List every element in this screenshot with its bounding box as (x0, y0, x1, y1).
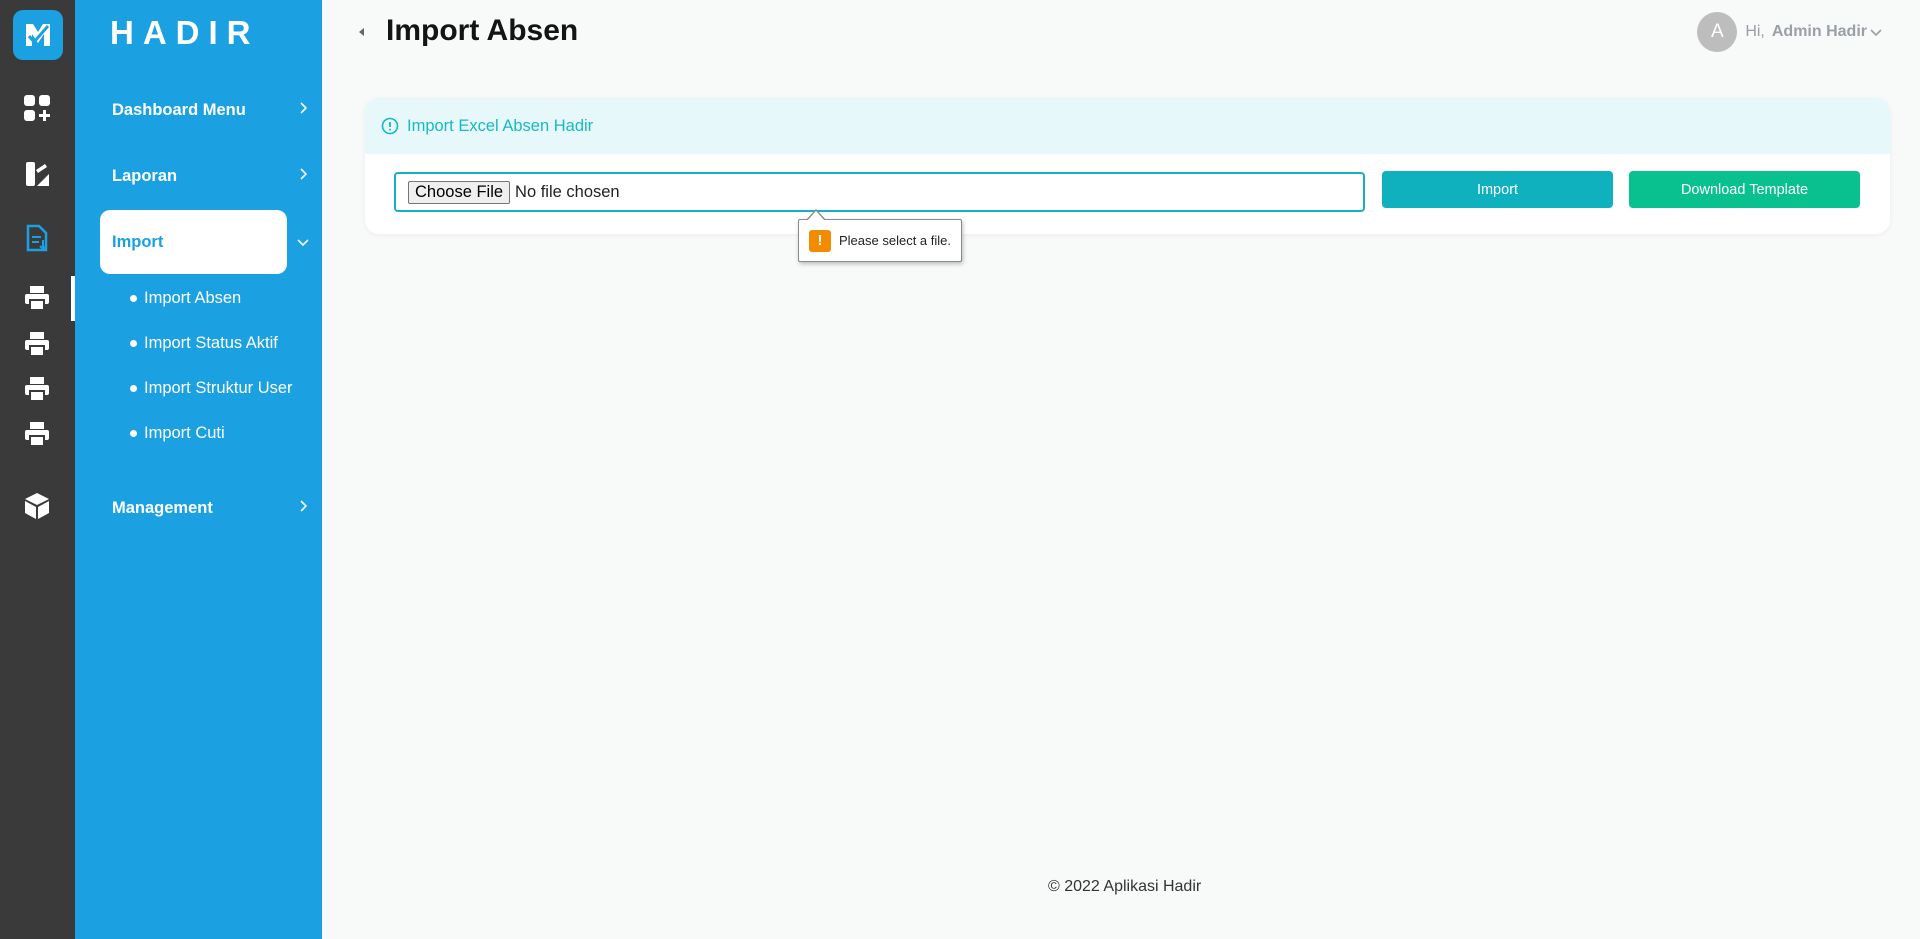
menu-label: Import (112, 232, 164, 251)
chevron-right-icon (300, 102, 307, 114)
submenu-import-cuti[interactable]: Import Cuti (130, 421, 225, 445)
footer-copyright: © 2022 Aplikasi Hadir (1048, 878, 1202, 895)
menu-label: Management (112, 498, 213, 517)
choose-file-button[interactable]: Choose File (408, 180, 511, 204)
validation-tooltip: ! Please select a file. (798, 219, 962, 262)
sidebar: HADIR Dashboard Menu Laporan Import Impo… (75, 0, 322, 939)
chevron-down-icon (1870, 29, 1882, 36)
user-name: Admin Hadir (1771, 23, 1867, 40)
menu-dashboard[interactable]: Dashboard Menu (100, 78, 307, 142)
submenu-label: Import Absen (144, 288, 242, 307)
file-status: No file chosen (515, 182, 620, 201)
collapse-sidebar-icon[interactable] (357, 25, 367, 39)
bullet-icon (130, 429, 137, 437)
info-icon (381, 117, 399, 135)
submenu-label: Import Status Aktif (144, 333, 278, 352)
validation-message: Please select a file. (839, 233, 952, 248)
report-icon[interactable] (21, 158, 53, 190)
tooltip-arrow-inner (807, 211, 825, 221)
submenu-import-absen[interactable]: Import Absen (130, 286, 241, 310)
submenu-label: Import Struktur User (144, 378, 293, 397)
menu-laporan[interactable]: Laporan (100, 144, 307, 208)
page-title: Import Absen (386, 14, 579, 47)
avatar: A (1697, 12, 1738, 52)
card-header: Import Excel Absen Hadir (365, 98, 1890, 154)
bullet-icon (130, 339, 137, 347)
printer-icon[interactable] (21, 328, 53, 360)
import-button[interactable]: Import (1382, 171, 1613, 208)
chevron-right-icon (300, 168, 307, 180)
bullet-icon (130, 384, 137, 392)
logo-icon[interactable] (13, 10, 63, 60)
file-input[interactable]: Choose File No file chosen (394, 172, 1365, 212)
chevron-down-icon (297, 239, 309, 246)
icon-rail (0, 0, 75, 939)
printer-icon[interactable] (21, 373, 53, 405)
menu-label: Dashboard Menu (112, 100, 246, 119)
printer-icon[interactable] (21, 282, 53, 314)
brand-logo: HADIR (110, 14, 260, 51)
dashboard-add-icon[interactable] (21, 92, 53, 124)
submenu-import-status-aktif[interactable]: Import Status Aktif (130, 331, 278, 355)
submenu-import-struktur-user[interactable]: Import Struktur User (130, 376, 293, 400)
download-template-button[interactable]: Download Template (1629, 171, 1860, 208)
chevron-right-icon (300, 500, 307, 512)
import-doc-icon[interactable] (21, 222, 53, 254)
submenu-label: Import Cuti (144, 423, 225, 442)
menu-label: Laporan (112, 166, 178, 185)
menu-management[interactable]: Management (100, 476, 307, 540)
import-card: Import Excel Absen Hadir Choose File No … (365, 98, 1890, 234)
bullet-icon (130, 294, 137, 302)
card-header-text: Import Excel Absen Hadir (407, 116, 594, 135)
menu-import[interactable]: Import (100, 210, 309, 274)
warning-icon: ! (809, 229, 831, 252)
cube-icon[interactable] (21, 490, 53, 522)
greeting: Hi, (1745, 23, 1765, 40)
user-menu[interactable]: A Hi, Admin Hadir (1697, 12, 1882, 52)
printer-icon[interactable] (21, 418, 53, 450)
